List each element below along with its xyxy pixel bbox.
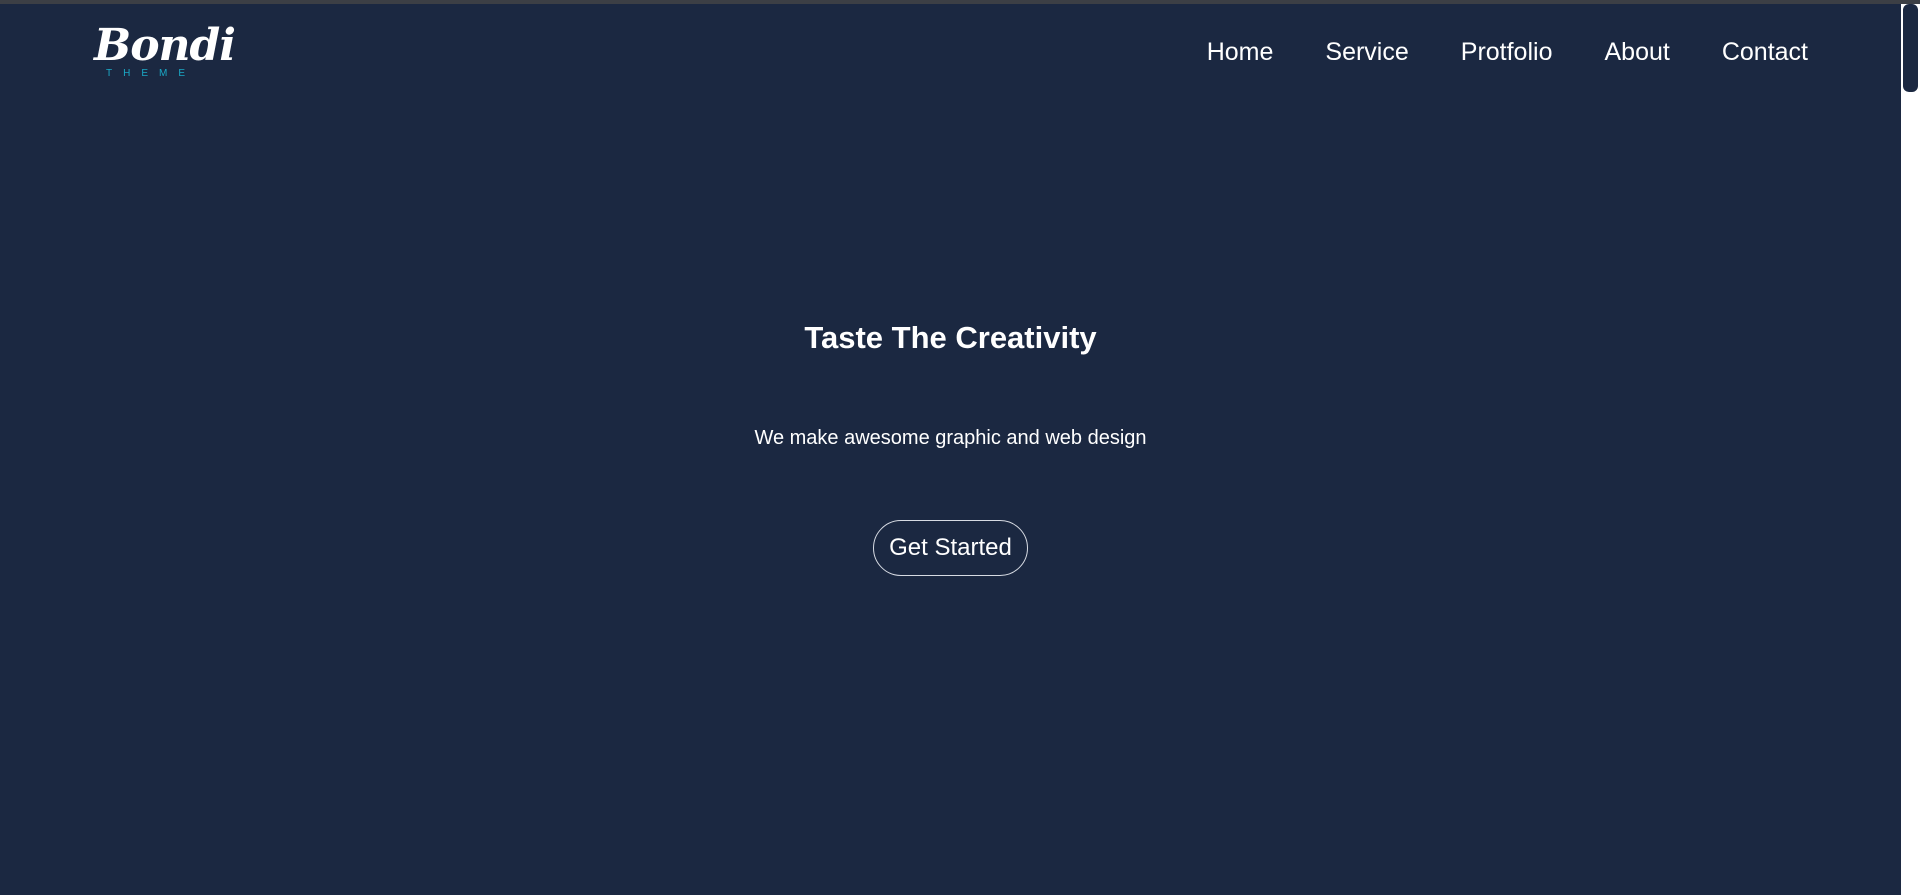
scrollbar-thumb[interactable] [1903, 4, 1918, 92]
logo-tagline: THEME [106, 68, 196, 79]
get-started-button[interactable]: Get Started [873, 520, 1028, 576]
scrollbar-track[interactable] [1901, 4, 1920, 895]
nav-item-portfolio[interactable]: Protfolio [1461, 36, 1553, 68]
nav-item-about[interactable]: About [1604, 36, 1669, 68]
main-navigation: Home Service Protfolio About Contact [1155, 36, 1808, 68]
logo-wordmark: Bondi [94, 20, 236, 71]
nav-item-contact[interactable]: Contact [1722, 36, 1808, 68]
nav-item-home[interactable]: Home [1207, 36, 1274, 68]
hero-title: Taste The Creativity [804, 320, 1097, 355]
brand-logo[interactable]: Bondi THEME [94, 20, 236, 82]
hero-subtitle: We make awesome graphic and web design [754, 427, 1147, 449]
nav-item-service[interactable]: Service [1325, 36, 1408, 68]
